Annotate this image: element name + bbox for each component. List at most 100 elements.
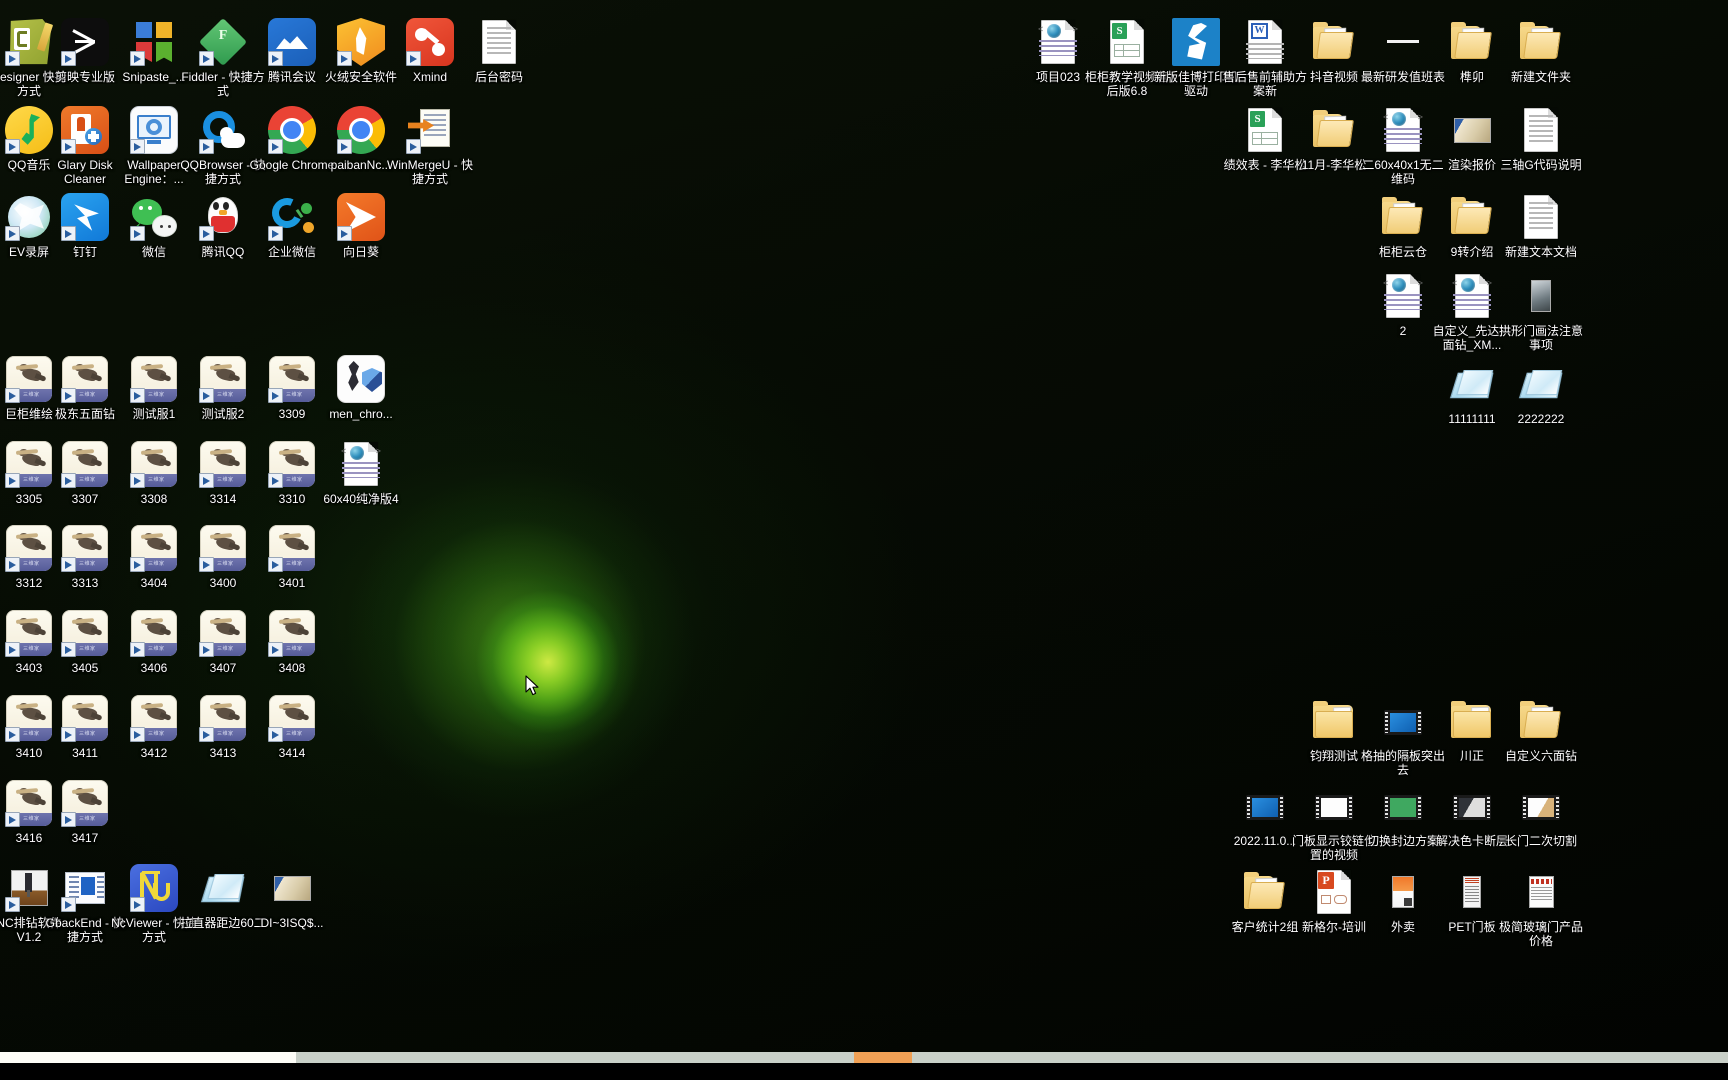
excel-document-icon: S xyxy=(1241,106,1289,154)
shortcut-arrow-icon xyxy=(61,473,76,488)
html-document-icon: < > xyxy=(1379,272,1427,320)
taskbar[interactable] xyxy=(0,1052,1728,1080)
shortcut-arrow-icon xyxy=(130,226,145,241)
desktop-icon[interactable]: DI~3ISQ$... xyxy=(249,864,335,930)
shortcut-arrow-icon xyxy=(5,139,20,154)
shortcut-arrow-icon xyxy=(130,897,145,912)
shortcut-arrow-icon xyxy=(199,642,214,657)
app-huorong-icon xyxy=(337,18,385,66)
shortcut-arrow-icon xyxy=(130,139,145,154)
shortcut-arrow-icon xyxy=(130,473,145,488)
shortcut-arrow-icon xyxy=(406,51,421,66)
word-document-icon: W xyxy=(1241,18,1289,66)
folder-icon xyxy=(1448,697,1496,745)
app-qqbrowser-icon xyxy=(199,106,247,154)
desktop-icon-label: men_chro... xyxy=(329,407,393,421)
shortcut-arrow-icon xyxy=(5,897,20,912)
taskbar-highlight-segment[interactable] xyxy=(854,1052,912,1063)
shortcut-arrow-icon xyxy=(5,226,20,241)
desktop-icon[interactable]: 长门二次切割 xyxy=(1498,782,1584,848)
desktop-icon[interactable]: 极简玻璃门产品价格 xyxy=(1498,868,1584,948)
desktop-icon[interactable]: 后台密码 xyxy=(456,18,542,84)
desktop-icon-label: 60x40纯净版4 xyxy=(323,492,399,506)
shortcut-arrow-icon xyxy=(199,226,214,241)
text-document-icon xyxy=(1517,193,1565,241)
app-glary-icon xyxy=(61,106,109,154)
app-chrome-icon xyxy=(268,106,316,154)
app-xmind-icon xyxy=(406,18,454,66)
app-wallpaper-engine-icon xyxy=(130,106,178,154)
desktop-icon-label: 3408 xyxy=(278,661,306,675)
shortcut-arrow-icon xyxy=(5,812,20,827)
html-document-icon: < > xyxy=(1379,106,1427,154)
powerpoint-document-icon: P xyxy=(1310,868,1358,916)
app-fiddler-icon: F xyxy=(198,17,248,67)
shortcut-arrow-icon xyxy=(268,51,283,66)
image-thumbnail-icon xyxy=(268,864,316,912)
app-qq-icon xyxy=(199,193,247,241)
shortcut-arrow-icon xyxy=(268,727,283,742)
nc-app-icon: 三维家 xyxy=(268,524,316,572)
nc-app-icon: 三维家 xyxy=(268,609,316,657)
app-tencent-meeting-icon xyxy=(268,18,316,66)
desktop-icon[interactable]: < > 60x40纯净版4 xyxy=(318,440,404,506)
nc-app-icon: 三维家 xyxy=(130,440,178,488)
image-thumbnail-icon xyxy=(1517,868,1565,916)
desktop-icon[interactable]: 三轴G代码说明 xyxy=(1498,106,1584,172)
taskbar-active-segment[interactable] xyxy=(0,1052,296,1063)
shortcut-arrow-icon xyxy=(268,473,283,488)
desktop-icon[interactable]: 三维家 3417 xyxy=(42,779,128,845)
desktop-icon[interactable]: 拱形门画法注意事项 xyxy=(1498,272,1584,352)
shortcut-arrow-icon xyxy=(5,473,20,488)
shortcut-arrow-icon xyxy=(406,139,421,154)
shortcut-arrow-icon xyxy=(5,388,20,403)
app-jianying-icon xyxy=(61,18,109,66)
nc-app-icon: 三维家 xyxy=(268,355,316,403)
nc-app-icon: 三维家 xyxy=(61,694,109,742)
desktop-icon[interactable]: 新建文件夹 xyxy=(1498,18,1584,84)
video-file-icon xyxy=(1379,697,1427,745)
nc-app-icon: 三维家 xyxy=(199,524,247,572)
shortcut-arrow-icon xyxy=(5,727,20,742)
notepad-file-icon xyxy=(199,864,247,912)
shortcut-arrow-icon xyxy=(337,51,352,66)
shortcut-arrow-icon xyxy=(268,226,283,241)
nc-app-icon: 三维家 xyxy=(130,609,178,657)
shortcut-arrow-icon xyxy=(199,727,214,742)
folder-icon xyxy=(1379,193,1427,241)
desktop-icon[interactable]: 2222222 xyxy=(1498,360,1584,426)
shortcut-arrow-icon xyxy=(61,226,76,241)
shortcut-arrow-icon xyxy=(61,727,76,742)
image-thumbnail-icon xyxy=(1448,868,1496,916)
shortcut-arrow-icon xyxy=(130,51,145,66)
desktop-icon[interactable]: men_chro... xyxy=(318,355,404,421)
desktop-icon[interactable]: 向日葵 xyxy=(318,193,404,259)
notepad-file-icon xyxy=(1517,360,1565,408)
shortcut-arrow-icon xyxy=(199,557,214,572)
app-sogou-icon xyxy=(1172,18,1220,66)
desktop-icon-label: 自定义六面钻 xyxy=(1504,749,1577,763)
desktop-icon[interactable]: 三维家 3414 xyxy=(249,694,335,760)
nc-app-icon: 三维家 xyxy=(130,524,178,572)
app-gback-icon xyxy=(61,864,109,912)
taskbar-background xyxy=(0,1052,1728,1063)
image-thumbnail-icon xyxy=(1379,868,1427,916)
shortcut-arrow-icon xyxy=(61,388,76,403)
shortcut-arrow-icon xyxy=(61,51,76,66)
desktop-icon-label: 3414 xyxy=(278,746,306,760)
shortcut-arrow-icon xyxy=(61,812,76,827)
desktop-icon[interactable]: 三维家 3408 xyxy=(249,609,335,675)
blank-file-icon xyxy=(1379,18,1427,66)
desktop-icon[interactable]: 新建文本文档 xyxy=(1498,193,1584,259)
desktop-root[interactable]: Designer 快捷方式 剪映专业版 Snipaste_... FFiddle… xyxy=(0,0,1728,1080)
shortcut-arrow-icon xyxy=(130,727,145,742)
desktop-icon-label: 3417 xyxy=(71,831,99,845)
shortcut-arrow-icon xyxy=(199,388,214,403)
desktop-icon[interactable]: 三维家 3401 xyxy=(249,524,335,590)
app-chrome-icon xyxy=(337,106,385,154)
video-file-icon xyxy=(1448,782,1496,830)
desktop-icon[interactable]: WinMergeU - 快捷方式 xyxy=(387,106,473,186)
nc-app-icon: 三维家 xyxy=(199,440,247,488)
shortcut-arrow-icon xyxy=(61,557,76,572)
desktop-icon[interactable]: 自定义六面钻 xyxy=(1498,697,1584,763)
